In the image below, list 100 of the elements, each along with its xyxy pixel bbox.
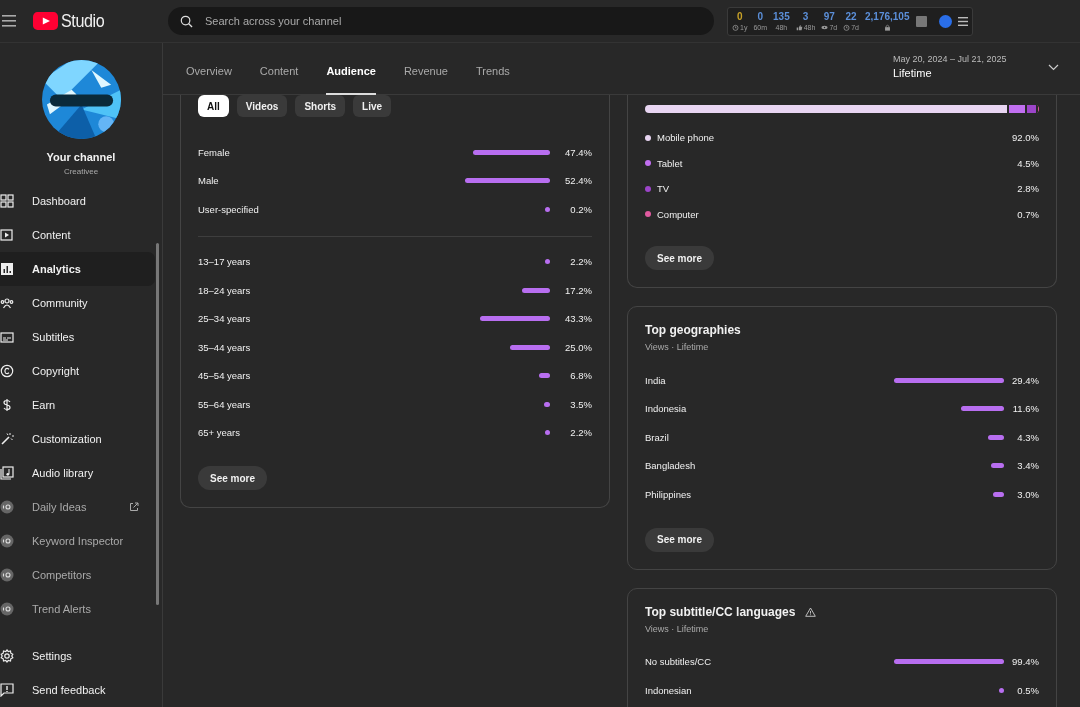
filter-chip[interactable]: All xyxy=(198,95,229,117)
extension-icon xyxy=(0,602,14,616)
bar xyxy=(509,344,550,350)
see-more-button[interactable]: See more xyxy=(645,246,715,270)
extension-icon xyxy=(0,534,14,548)
filter-chip[interactable]: Videos xyxy=(236,95,288,117)
tab[interactable]: Overview xyxy=(186,43,232,95)
play-icon xyxy=(0,228,14,242)
date-range-picker[interactable]: May 20, 2024 – Jul 21, 2025 Lifetime xyxy=(893,54,1048,79)
bar xyxy=(999,687,1004,693)
percentage: 4.5% xyxy=(1017,157,1039,169)
card-title: Top geographies xyxy=(645,323,741,337)
stat-value: 0 xyxy=(757,11,763,22)
row-label: Male xyxy=(198,175,220,187)
extension-icon[interactable] xyxy=(938,14,952,28)
like-icon xyxy=(795,23,803,31)
sidebar-item[interactable]: Settings xyxy=(0,639,155,673)
extension-icon xyxy=(0,500,14,514)
percentage: 4.3% xyxy=(1016,431,1039,443)
percentage: 3.0% xyxy=(1016,488,1039,500)
see-more-button[interactable]: See more xyxy=(645,527,715,552)
chevron-down-icon[interactable] xyxy=(1048,64,1059,71)
stat-value: 135 xyxy=(773,11,790,22)
row-label: 55–64 years xyxy=(198,398,252,410)
row-label: 45–54 years xyxy=(198,370,252,382)
sidebar-item[interactable]: Competitors xyxy=(0,558,155,592)
row-label: TV xyxy=(657,183,671,195)
copyright-icon xyxy=(0,364,14,378)
row-label: 13–17 years xyxy=(198,256,252,268)
percentage: 11.6% xyxy=(1011,403,1039,415)
sidebar-item[interactable]: Daily Ideas xyxy=(0,490,155,524)
people-icon xyxy=(0,296,14,310)
views-icon xyxy=(821,23,829,31)
sidebar-item[interactable]: Analytics xyxy=(0,252,155,286)
percentage: 6.8% xyxy=(569,370,592,382)
channel-name: Creativee xyxy=(63,167,99,176)
sidebar-item[interactable]: Subtitles xyxy=(0,320,155,354)
sidebar-item[interactable]: Keyword Inspector xyxy=(0,524,155,558)
sidebar-item[interactable]: Dashboard xyxy=(0,184,155,218)
logo-text: Studio xyxy=(61,10,105,32)
see-more-button[interactable]: See more xyxy=(198,466,268,490)
tab[interactable]: Revenue xyxy=(403,43,448,95)
sidebar-item[interactable]: Community xyxy=(0,286,155,320)
row-label: Tablet xyxy=(657,157,684,169)
stat-value: 22 xyxy=(845,11,857,22)
dashboard-icon xyxy=(0,194,14,208)
percentage: 43.3% xyxy=(564,313,592,325)
card-subtitle: Views · Lifetime xyxy=(645,342,710,352)
sidebar-item[interactable]: Audio library xyxy=(0,456,155,490)
sidebar-item[interactable]: Trend Alerts xyxy=(0,592,155,626)
stat-value: 97 xyxy=(823,11,835,22)
clock-icon xyxy=(732,23,739,31)
sidebar-item[interactable]: Content xyxy=(0,218,155,252)
lock-icon xyxy=(883,23,891,31)
row-label: Female xyxy=(198,146,231,158)
percentage: 0.2% xyxy=(569,203,592,215)
percentage: 52.4% xyxy=(564,175,592,187)
percentage: 0.7% xyxy=(1017,208,1039,220)
tab[interactable]: Content xyxy=(259,43,299,95)
row-label: Indonesian xyxy=(645,684,693,696)
bar xyxy=(545,206,550,212)
bar xyxy=(960,406,1004,412)
extension-icon xyxy=(0,568,14,582)
percentage: 29.4% xyxy=(1011,374,1039,386)
percentage: 3.4% xyxy=(1016,460,1039,472)
tab[interactable]: Trends xyxy=(475,43,510,95)
feedback-icon xyxy=(0,683,14,697)
sidebar-item[interactable]: Earn xyxy=(0,388,155,422)
warning-icon[interactable] xyxy=(805,606,817,617)
bar xyxy=(987,434,1004,440)
row-label: India xyxy=(645,374,667,386)
magic-wand-icon xyxy=(0,432,14,446)
row-label: Computer xyxy=(657,208,700,220)
bar xyxy=(522,287,550,293)
sidebar-item[interactable]: Copyright xyxy=(0,354,155,388)
percentage: 2.8% xyxy=(1017,183,1039,195)
sidebar-item[interactable]: Send feedback xyxy=(0,673,155,707)
bar xyxy=(992,491,1004,497)
percentage: 47.4% xyxy=(564,146,592,158)
filter-chip[interactable]: Live xyxy=(353,95,392,117)
studio-logo[interactable]: Studio xyxy=(33,10,168,32)
row-label: 25–34 years xyxy=(198,313,252,325)
settings-icon xyxy=(0,649,14,663)
card-subtitle: Views · Lifetime xyxy=(645,623,710,634)
percentage: 3.5% xyxy=(569,398,592,410)
percentage: 92.0% xyxy=(1012,132,1039,144)
percentage: 2.2% xyxy=(569,427,592,439)
scrollbar[interactable] xyxy=(156,243,159,605)
percentage: 25.0% xyxy=(564,341,592,353)
menu-icon[interactable] xyxy=(2,15,16,27)
channel-title: Your channel xyxy=(46,151,116,163)
percentage: 17.2% xyxy=(564,284,592,296)
bar xyxy=(545,430,550,436)
menu-icon[interactable] xyxy=(957,16,968,26)
sidebar-item[interactable]: Customization xyxy=(0,422,155,456)
filter-chip[interactable]: Shorts xyxy=(295,95,346,117)
row-label: Philippines xyxy=(645,488,692,500)
row-label: 35–44 years xyxy=(198,341,252,353)
stat-value: 0 xyxy=(736,11,743,22)
stat-value: 2,176,105 xyxy=(865,11,910,22)
